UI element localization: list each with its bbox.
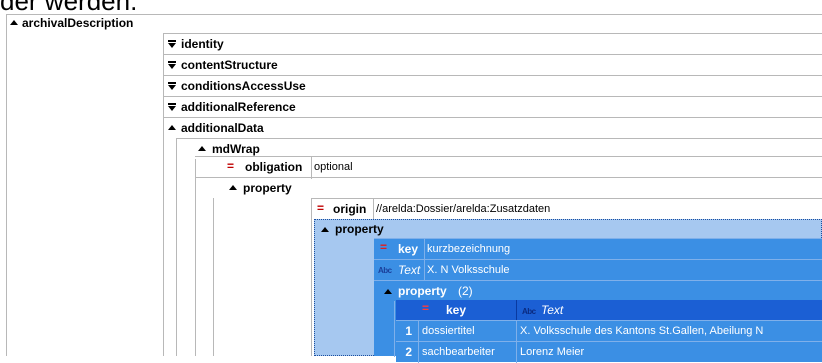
column-header-text[interactable]: Text [541, 303, 563, 317]
attribute-row-origin[interactable]: = origin //arelda:Dossier/arelda:Zusatzd… [311, 198, 822, 221]
expand-toggle-icon[interactable] [168, 103, 176, 111]
text-row[interactable]: Abc Text X. N Volksschule [374, 259, 822, 281]
attribute-icon: = [317, 201, 325, 215]
column-header-key[interactable]: key [446, 303, 466, 317]
node-label: additionalData [181, 121, 264, 135]
node-label: archivalDescription [22, 16, 134, 30]
attribute-value[interactable]: optional [314, 161, 353, 173]
collapse-toggle-icon[interactable] [229, 184, 237, 192]
tree-node-property[interactable]: property [195, 177, 822, 199]
expand-toggle-icon[interactable] [168, 82, 176, 90]
tree-node-archivaldescription[interactable]: archivalDescription [8, 14, 168, 34]
collapse-toggle-icon[interactable] [168, 124, 176, 132]
row-index: 2 [405, 345, 412, 359]
cell-text[interactable]: Lorenz Meier [520, 346, 584, 358]
row-index: 1 [405, 324, 412, 338]
table-row[interactable]: 1 dossiertitel X. Volksschule des Kanton… [396, 320, 822, 342]
cell-key[interactable]: sachbearbeiter [422, 346, 495, 358]
attribute-value[interactable]: kurzbezeichnung [427, 243, 510, 255]
tree-node-contentstructure[interactable]: contentStructure [163, 54, 822, 76]
node-label: conditionsAccessUse [181, 79, 306, 93]
text-node-icon: Abc [522, 307, 536, 316]
tree-node-identity[interactable]: identity [163, 33, 822, 55]
table-row[interactable]: 2 sachbearbeiter Lorenz Meier [396, 341, 822, 363]
expand-toggle-icon[interactable] [168, 40, 176, 48]
node-label: additionalReference [181, 100, 296, 114]
attribute-icon: = [227, 159, 235, 173]
cell-key[interactable]: dossiertitel [422, 325, 475, 337]
text-value[interactable]: X. N Volksschule [427, 264, 510, 276]
tree-node-additionalreference[interactable]: additionalReference [163, 96, 822, 118]
cell-text[interactable]: X. Volksschule des Kantons St.Gallen, Ab… [520, 325, 763, 337]
attribute-key: origin [333, 202, 367, 216]
group-label: property [398, 284, 447, 298]
node-label: identity [181, 37, 224, 51]
node-label: mdWrap [212, 142, 260, 156]
attribute-row-obligation[interactable]: = obligation optional [195, 156, 822, 179]
group-count: (2) [458, 284, 473, 298]
text-node-label: Text [398, 263, 421, 277]
node-label: contentStructure [181, 58, 278, 72]
collapse-toggle-icon[interactable] [384, 288, 392, 296]
node-label: property [243, 181, 292, 195]
collapse-toggle-icon[interactable] [198, 145, 206, 153]
attribute-value[interactable]: //arelda:Dossier/arelda:Zusatzdaten [376, 203, 550, 215]
expand-toggle-icon[interactable] [168, 61, 176, 69]
collapse-toggle-icon[interactable] [10, 19, 18, 27]
table-header-row: = key Abc Text [396, 300, 822, 320]
attribute-icon: = [422, 301, 430, 315]
attribute-icon: = [380, 240, 388, 254]
node-label: property [335, 222, 384, 236]
attribute-key: key [398, 242, 419, 256]
attribute-key: obligation [245, 160, 303, 174]
collapse-toggle-icon[interactable] [321, 226, 329, 234]
tree-node-conditionsaccessuse[interactable]: conditionsAccessUse [163, 75, 822, 97]
attribute-row-key[interactable]: = key kurzbezeichnung [374, 238, 822, 260]
text-node-icon: Abc [378, 266, 392, 275]
tree-node-additionaldata[interactable]: additionalData [163, 117, 822, 139]
